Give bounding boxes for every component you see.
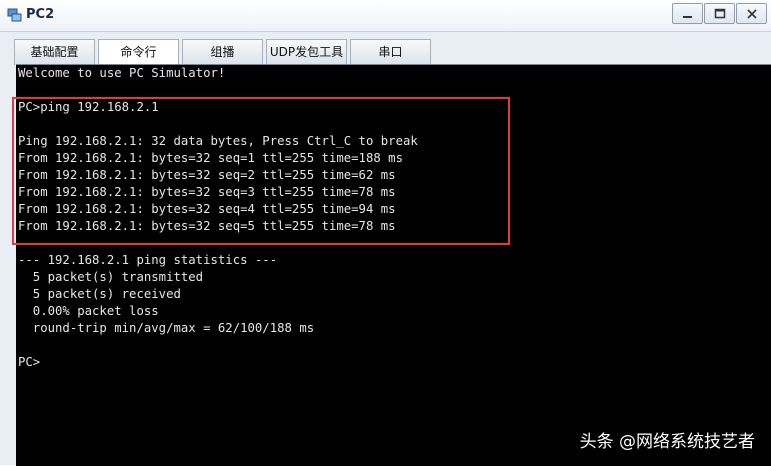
terminal-prompt: PC>	[18, 355, 41, 369]
minimize-icon	[683, 16, 692, 18]
terminal-line: 5 packet(s) received	[18, 287, 181, 301]
terminal-line: --- 192.168.2.1 ping statistics ---	[18, 253, 278, 267]
terminal-line: 5 packet(s) transmitted	[18, 270, 204, 284]
watermark: 头条 @网络系统技艺者	[579, 432, 755, 452]
terminal-line: round-trip min/avg/max = 62/100/188 ms	[18, 321, 315, 335]
terminal-line: 0.00% packet loss	[18, 304, 159, 318]
close-button[interactable]	[736, 3, 767, 24]
highlight-box	[12, 97, 510, 245]
pc-app-icon	[7, 7, 23, 23]
tab-udp-tool[interactable]: UDP发包工具	[266, 39, 347, 65]
pc-simulator-window: PC2 基础配置 命令行 组播 UDP发包工具 串口 Welcome to us…	[0, 0, 771, 466]
window-title: PC2	[26, 7, 55, 22]
minimize-button[interactable]	[672, 3, 703, 24]
tab-command-line[interactable]: 命令行	[98, 39, 179, 66]
title-bar[interactable]: PC2	[0, 0, 771, 32]
tab-serial-port[interactable]: 串口	[350, 39, 431, 65]
maximize-button[interactable]	[704, 3, 735, 24]
close-icon	[747, 9, 757, 19]
maximize-icon	[714, 8, 726, 19]
terminal-line: Welcome to use PC Simulator!	[18, 66, 226, 80]
tab-basic-config[interactable]: 基础配置	[14, 39, 95, 65]
tab-multicast[interactable]: 组播	[182, 39, 263, 65]
